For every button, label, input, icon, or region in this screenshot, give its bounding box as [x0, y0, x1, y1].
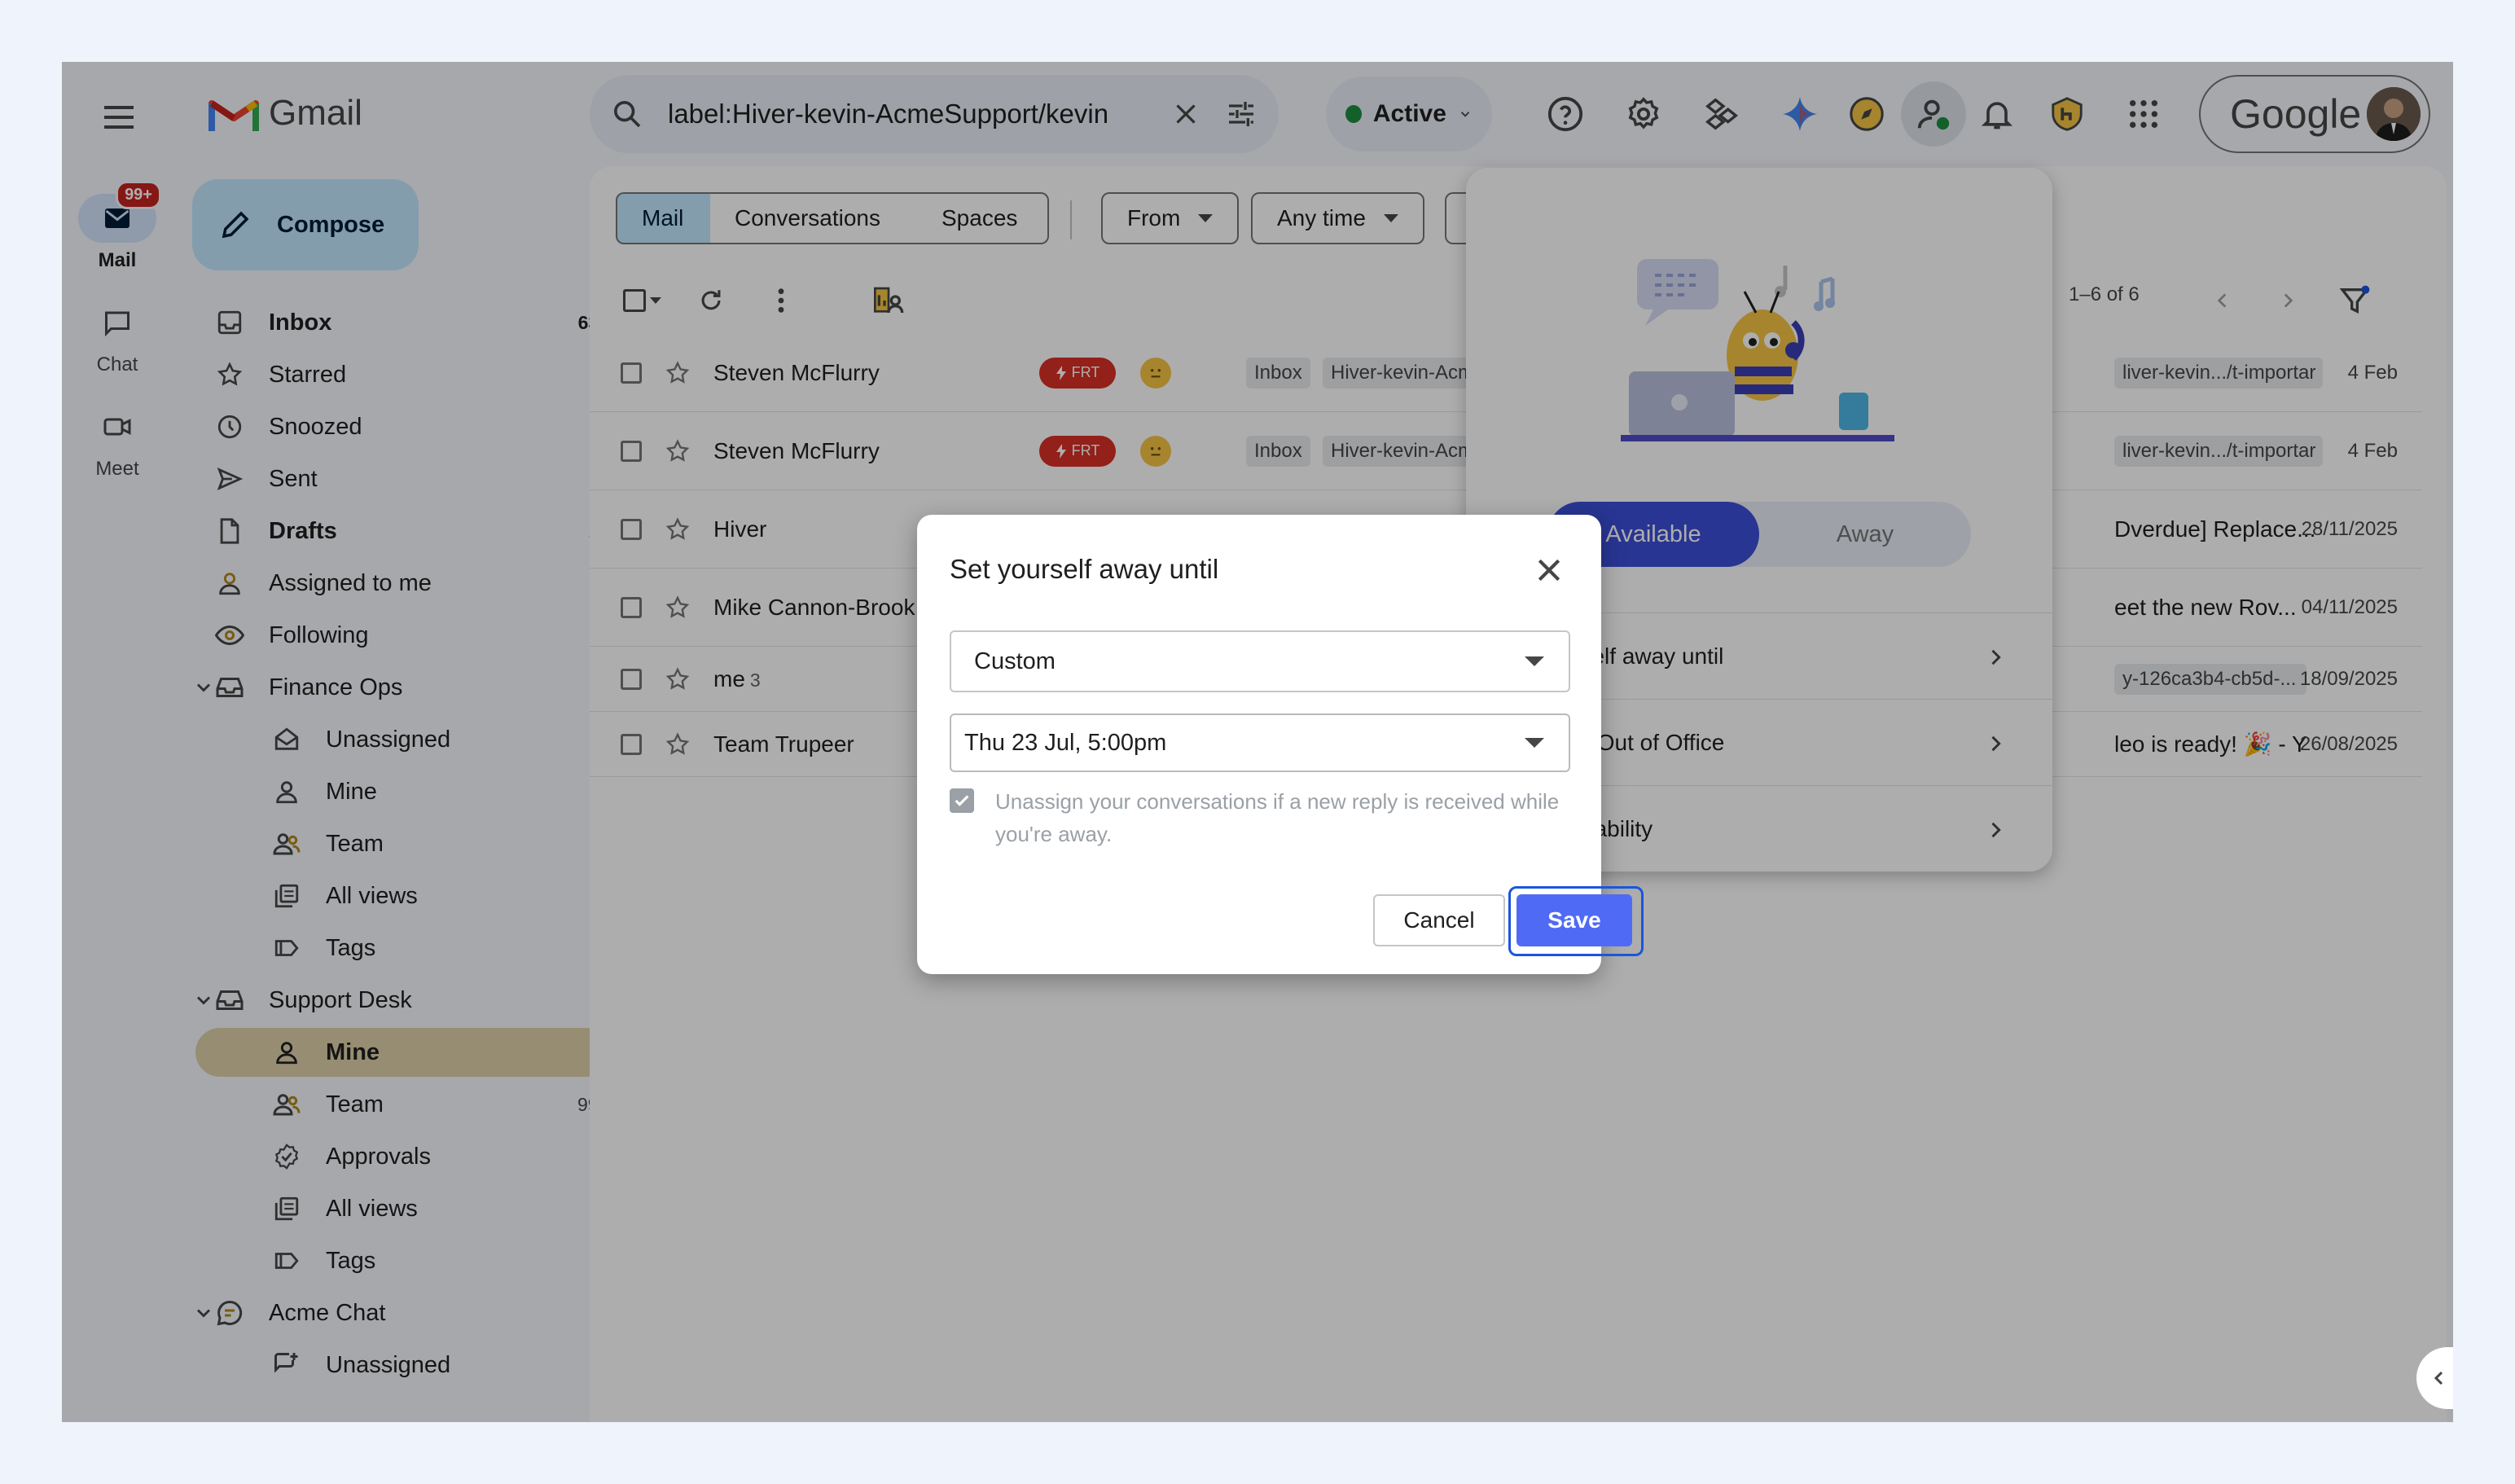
set-away-dialog: Set yourself away until Custom Thu 23 Ju… [917, 515, 1644, 974]
dropdown-arrow-icon [1525, 656, 1544, 666]
gmail-window: Gmail label:Hiver-kevin-AcmeSupport/kevi… [62, 62, 2453, 1422]
check-icon [955, 795, 969, 806]
dropdown-arrow-icon [1525, 738, 1544, 748]
close-icon[interactable] [1533, 554, 1565, 586]
away-datetime-select[interactable]: Thu 23 Jul, 5:00pm [950, 713, 1570, 772]
select-value: Thu 23 Jul, 5:00pm [964, 729, 1167, 756]
unassign-checkbox[interactable] [950, 788, 974, 813]
select-value: Custom [974, 648, 1056, 674]
unassign-label: Unassign your conversations if a new rep… [995, 789, 1560, 846]
dialog-title: Set yourself away until [950, 554, 1219, 584]
cancel-button[interactable]: Cancel [1373, 894, 1505, 946]
chevron-left-icon [2434, 1371, 2443, 1385]
away-duration-select[interactable]: Custom [950, 630, 1570, 692]
save-button[interactable]: Save [1516, 894, 1632, 946]
